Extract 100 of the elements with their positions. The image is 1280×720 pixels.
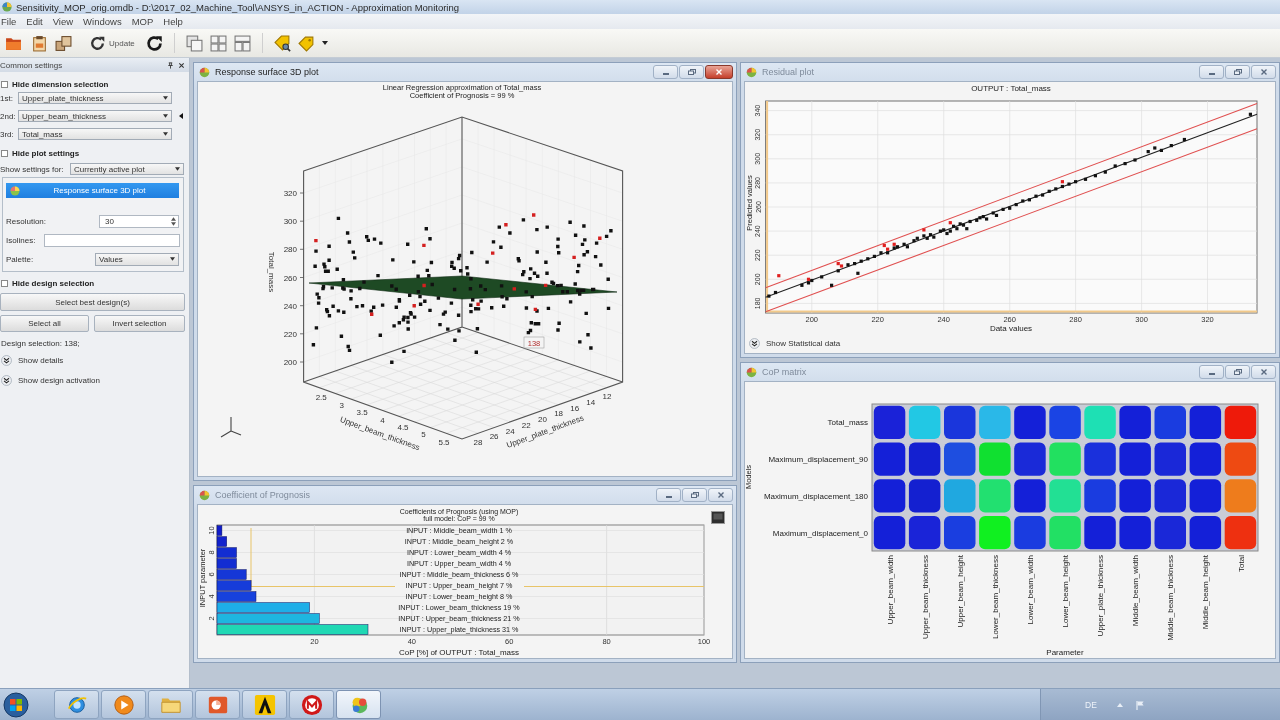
- menu-item[interactable]: Edit: [26, 16, 43, 27]
- plot-settings-header[interactable]: Response surface 3D plot: [6, 183, 179, 198]
- pie-chart-icon: [746, 66, 757, 78]
- chart-bar: [216, 580, 252, 591]
- caret-icon[interactable]: [321, 41, 328, 45]
- axis-tick-label: 5.5: [438, 437, 450, 447]
- column-label: Total: [1236, 555, 1246, 572]
- column-label: Upper_plate_thickness: [1096, 555, 1106, 637]
- menu-item[interactable]: File: [1, 16, 17, 27]
- restore-button[interactable]: [679, 65, 704, 79]
- select-best-button[interactable]: Select best design(s): [0, 293, 185, 311]
- column-label: Middle_beam_thickness: [1166, 555, 1176, 641]
- column-label: Middle_beam_height: [1201, 555, 1211, 630]
- column-label: Lower_beam_width: [1025, 555, 1035, 625]
- restore-button[interactable]: [682, 488, 707, 502]
- section-toggle[interactable]: Hide dimension selection: [0, 78, 109, 90]
- axis-tick-label: 12: [602, 392, 612, 402]
- axis-tick-label: 26: [489, 432, 499, 442]
- column-label: Upper_beam_width: [885, 555, 895, 625]
- menu-item[interactable]: MOP: [131, 16, 154, 27]
- row-label: Total_mass: [827, 418, 868, 428]
- field-label: 1st:: [0, 93, 14, 103]
- pie-chart-icon: [746, 366, 757, 378]
- minimize-button[interactable]: [656, 488, 681, 502]
- isolines-field[interactable]: [44, 233, 180, 247]
- axis-tick-label: 2.5: [315, 393, 327, 403]
- spin-box[interactable]: 30: [99, 214, 179, 228]
- close-button[interactable]: [1251, 365, 1276, 379]
- restore-button[interactable]: [1225, 365, 1250, 379]
- dropdown[interactable]: Currently active plot: [70, 163, 184, 175]
- dropdown-caret-icon: [175, 167, 180, 171]
- restore-icon: [1233, 369, 1242, 375]
- app-title: Sensitivity_MOP_orig.omdb - D:\2017_02_Machine_Tool\ANSYS_in_ACTION - Approximation Monitoring: [16, 1, 460, 13]
- dropdown[interactable]: Values: [95, 252, 179, 266]
- axis-label: Parameter: [1046, 648, 1084, 657]
- start-orb-icon[interactable]: [3, 691, 29, 718]
- expand-toggle[interactable]: Show Statistical data: [748, 337, 841, 349]
- restore-button[interactable]: [1225, 65, 1250, 79]
- close-icon: [1259, 369, 1268, 375]
- update-button[interactable]: Update: [89, 34, 135, 52]
- close-button[interactable]: [708, 488, 733, 502]
- window-title: Response surface 3D plot: [215, 67, 319, 77]
- section-toggle[interactable]: Hide plot settings: [0, 147, 80, 159]
- restore-icon: [687, 69, 696, 75]
- monitor-icon[interactable]: [711, 511, 725, 524]
- dropdown[interactable]: Upper_plate_thickness: [18, 92, 172, 104]
- expand-toggle[interactable]: Show details: [0, 354, 64, 366]
- axis-tick-label: 5: [421, 430, 426, 440]
- column-label: Upper_beam_thickness: [920, 555, 930, 640]
- column-label: Middle_beam_width: [1131, 555, 1141, 627]
- clipboard-icon[interactable]: [31, 34, 48, 52]
- column-label: Lower_beam_height: [1061, 555, 1070, 628]
- axis-tick-label: 3: [339, 400, 344, 410]
- axes-triad-icon: [220, 416, 242, 438]
- boxes-icon[interactable]: [55, 34, 72, 52]
- pin-icon[interactable]: [167, 61, 174, 69]
- close-button[interactable]: [1251, 65, 1276, 79]
- expand-toggle[interactable]: Show design activation: [0, 374, 100, 386]
- checkbox-icon: [1, 80, 8, 88]
- row-label: Maximum_displacement_0: [772, 528, 868, 538]
- field-label: Isolines:: [6, 235, 37, 245]
- menu-item[interactable]: Windows: [83, 16, 122, 27]
- window-title: Coefficient of Prognosis: [215, 490, 310, 500]
- menu-item[interactable]: View: [52, 16, 74, 27]
- windows-stack-icon[interactable]: [185, 34, 203, 52]
- tag-icon[interactable]: [297, 34, 315, 52]
- pie-chart-icon: [199, 489, 210, 501]
- axis-label: CoP [%] of OUTPUT : Total_mass: [399, 648, 519, 657]
- minimize-button[interactable]: [1199, 365, 1224, 379]
- restore-icon: [1233, 69, 1242, 75]
- invert-selection-button[interactable]: Invert selection: [94, 315, 185, 332]
- close-icon: [715, 69, 723, 75]
- taskbar-app[interactable]: [242, 690, 287, 719]
- menu-item[interactable]: Help: [163, 16, 183, 27]
- refresh-icon[interactable]: [145, 34, 163, 52]
- panel-title: Common settings: [0, 60, 63, 70]
- field-label: 3rd:: [0, 129, 15, 139]
- close-icon: [716, 492, 725, 498]
- section-toggle[interactable]: Hide design selection: [0, 277, 95, 289]
- close-button[interactable]: [705, 65, 733, 79]
- field-label: 2nd:: [0, 111, 17, 121]
- select-all-button[interactable]: Select all: [0, 315, 89, 332]
- dropdown[interactable]: Total_mass: [18, 128, 172, 140]
- axis-tick-label: 18: [554, 409, 564, 419]
- dropdown[interactable]: Upper_beam_thickness: [18, 110, 172, 122]
- minimize-button[interactable]: [1199, 65, 1224, 79]
- grid-icon[interactable]: [209, 34, 227, 52]
- layout-icon[interactable]: [233, 34, 251, 52]
- column-label: Upper_beam_height: [955, 555, 965, 628]
- window-title: Residual plot: [762, 67, 815, 77]
- triangle-marker-icon: [179, 113, 183, 119]
- tag-magnifier-icon[interactable]: [273, 34, 291, 52]
- minimize-button[interactable]: [653, 65, 678, 79]
- axis-tick-label: 200: [283, 358, 297, 367]
- dropdown-caret-icon: [163, 96, 168, 100]
- close-icon: [1259, 69, 1268, 75]
- dropdown-caret-icon: [170, 257, 175, 261]
- window-title: CoP matrix: [762, 367, 807, 377]
- dropdown-caret-icon: [163, 114, 168, 118]
- close-icon[interactable]: [178, 61, 185, 69]
